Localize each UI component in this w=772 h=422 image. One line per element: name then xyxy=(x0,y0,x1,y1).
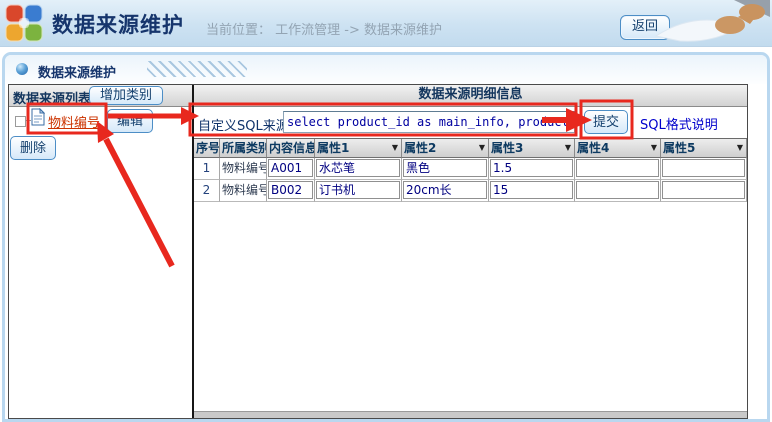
column-header-label: 属性2 xyxy=(404,139,436,157)
table-cell: 黑色 xyxy=(402,158,489,180)
column-header-label: 属性5 xyxy=(663,139,695,157)
table-cell-seq: 2 xyxy=(194,180,220,202)
page: 数据来源维护 当前位置： 工作流管理 -> 数据来源维护 返回 数据来源维护 数… xyxy=(0,0,772,422)
dropdown-arrow-icon[interactable]: ▼ xyxy=(392,144,398,152)
table-cell-category: 物料编号 xyxy=(220,158,267,180)
table-cell xyxy=(575,180,661,202)
sql-format-help-link[interactable]: SQL格式说明 xyxy=(640,114,718,133)
column-header-attr1[interactable]: 属性1 ▼ xyxy=(315,139,402,158)
attr2-value[interactable]: 20cm长 xyxy=(403,181,487,199)
content-value[interactable]: B002 xyxy=(268,181,313,199)
attr4-value[interactable] xyxy=(576,181,659,199)
edit-button[interactable]: 编辑 xyxy=(107,109,153,133)
panel-header: 数据来源维护 xyxy=(5,55,767,84)
table-cell: B002 xyxy=(267,180,315,202)
column-header-label: 属性4 xyxy=(577,139,609,157)
table-cell: 1.5 xyxy=(489,158,575,180)
column-header-attr3[interactable]: 属性3 ▼ xyxy=(489,139,575,158)
column-header-category: 所属类别 xyxy=(220,139,267,158)
column-header-attr4[interactable]: 属性4 ▼ xyxy=(575,139,661,158)
table-cell-seq: 1 xyxy=(194,158,220,180)
bullet-sphere-icon xyxy=(16,63,28,75)
attr2-value[interactable]: 黑色 xyxy=(403,159,487,177)
table-cell: 订书机 xyxy=(315,180,402,202)
tree-row: 物料编号 编辑 xyxy=(9,108,192,134)
table-cell: A001 xyxy=(267,158,315,180)
attr3-value[interactable]: 15 xyxy=(490,181,573,199)
horizontal-scrollbar[interactable] xyxy=(194,411,747,418)
submit-button[interactable]: 提交 xyxy=(584,110,628,134)
add-category-button[interactable]: 增加类别 xyxy=(89,86,163,105)
dropdown-arrow-icon[interactable]: ▼ xyxy=(565,144,571,152)
content-area: 数据来源列表 增加类别 物料编号 编辑 删除 xyxy=(8,84,748,419)
sql-input[interactable] xyxy=(283,111,575,133)
column-header-seq: 序号 xyxy=(194,139,220,158)
table-cell xyxy=(575,158,661,180)
content-value[interactable]: A001 xyxy=(268,159,313,177)
decorative-stripes xyxy=(147,61,247,77)
source-list-title: 数据来源列表 xyxy=(13,88,91,107)
app-logo-icon xyxy=(5,4,43,42)
attr1-value[interactable]: 订书机 xyxy=(316,181,400,199)
main-panel: 数据来源维护 数据来源列表 增加类别 xyxy=(2,52,770,422)
tree-item-material-number[interactable]: 物料编号 xyxy=(48,112,100,131)
column-header-content: 内容信息 xyxy=(267,139,315,158)
source-list-pane: 数据来源列表 增加类别 物料编号 编辑 删除 xyxy=(9,85,192,418)
attribute-table: 序号 所属类别 内容信息 属性1 ▼ 属性2 ▼ 属性3 ▼ xyxy=(194,138,747,202)
table-cell xyxy=(661,158,747,180)
panel-title: 数据来源维护 xyxy=(38,62,116,81)
table-cell xyxy=(661,180,747,202)
column-header-attr5[interactable]: 属性5 ▼ xyxy=(661,139,747,158)
table-cell: 水芯笔 xyxy=(315,158,402,180)
attr1-value[interactable]: 水芯笔 xyxy=(316,159,400,177)
attr4-value[interactable] xyxy=(576,159,659,177)
column-header-attr2[interactable]: 属性2 ▼ xyxy=(402,139,489,158)
delete-button[interactable]: 删除 xyxy=(10,136,56,160)
dropdown-arrow-icon[interactable]: ▼ xyxy=(651,144,657,152)
detail-pane: 数据来源明细信息 自定义SQL来源: 提交 SQL格式说明 序号 所属类别 内容… xyxy=(194,85,747,418)
tree-node-icon[interactable] xyxy=(15,116,26,127)
dropdown-arrow-icon[interactable]: ▼ xyxy=(737,144,743,152)
attr5-value[interactable] xyxy=(662,159,745,177)
dropdown-arrow-icon[interactable]: ▼ xyxy=(479,144,485,152)
column-header-label: 属性1 xyxy=(317,139,349,157)
table-cell: 15 xyxy=(489,180,575,202)
column-header-label: 属性3 xyxy=(491,139,523,157)
table-cell: 20cm长 xyxy=(402,180,489,202)
page-title: 数据来源维护 xyxy=(52,9,184,39)
table-cell-category: 物料编号 xyxy=(220,180,267,202)
attr5-value[interactable] xyxy=(662,181,745,199)
breadcrumb: 当前位置： 工作流管理 -> 数据来源维护 xyxy=(206,19,442,38)
sql-source-label: 自定义SQL来源: xyxy=(198,115,293,134)
document-icon xyxy=(31,108,45,126)
sql-source-row: 自定义SQL来源: 提交 SQL格式说明 xyxy=(194,107,747,138)
detail-header: 数据来源明细信息 xyxy=(194,85,747,107)
handshake-image xyxy=(642,0,772,46)
attr3-value[interactable]: 1.5 xyxy=(490,159,573,177)
top-banner: 数据来源维护 当前位置： 工作流管理 -> 数据来源维护 返回 xyxy=(0,0,772,47)
source-list-header: 数据来源列表 增加类别 xyxy=(9,85,192,107)
